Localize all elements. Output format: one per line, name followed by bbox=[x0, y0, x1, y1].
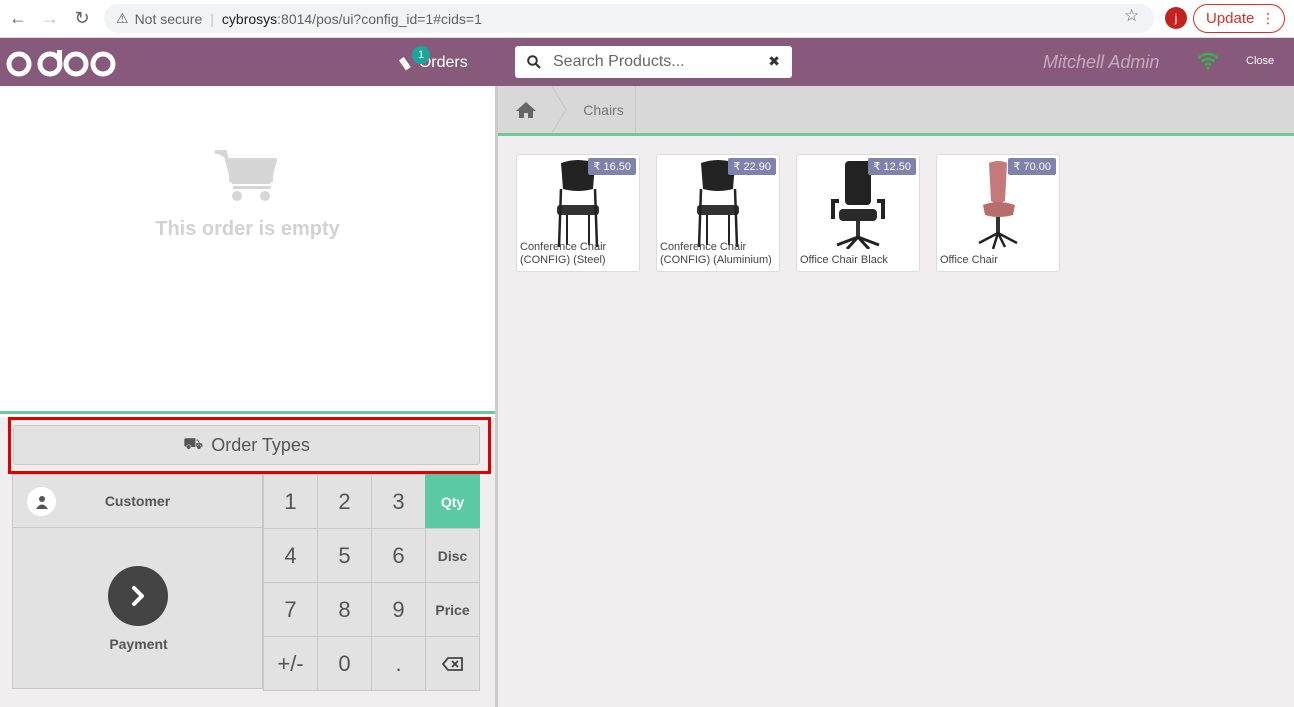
kebab-menu-icon[interactable]: ⋮ bbox=[1261, 10, 1275, 27]
numpad-key-7[interactable]: 7 bbox=[263, 582, 318, 637]
product-card[interactable]: ₹ 22.90 Conference Chair (CONFIG) (Alumi… bbox=[656, 154, 780, 272]
product-name: Conference Chair (CONFIG) (Aluminium) bbox=[660, 241, 772, 266]
url-host: cybrosys bbox=[221, 10, 278, 27]
payment-label: Payment bbox=[109, 636, 168, 652]
numpad-key-sign[interactable]: +/- bbox=[263, 636, 318, 691]
bookmark-star-icon[interactable]: ☆ bbox=[1124, 6, 1139, 26]
update-button[interactable]: Update ⋮ bbox=[1193, 4, 1285, 33]
numpad-key-5[interactable]: 5 bbox=[317, 528, 372, 583]
order-pane: This order is empty ⛟ Order Types Custom… bbox=[0, 86, 498, 707]
security-label: Not secure bbox=[134, 10, 203, 27]
numpad-key-1[interactable]: 1 bbox=[263, 474, 318, 529]
backspace-key[interactable] bbox=[425, 636, 480, 691]
profile-avatar[interactable]: j bbox=[1165, 7, 1187, 29]
numpad-key-3[interactable]: 3 bbox=[371, 474, 426, 529]
order-container: This order is empty bbox=[0, 86, 495, 414]
back-arrow-icon[interactable]: ← bbox=[4, 5, 32, 33]
product-card[interactable]: ₹ 16.50 Conference Chair (CONFIG) (Steel… bbox=[516, 154, 640, 272]
numpad-key-decimal[interactable]: . bbox=[371, 636, 426, 691]
pos-header: ▮ 1 Orders ✖ Mitchell Admin Close bbox=[0, 38, 1294, 86]
warning-icon: ⚠ bbox=[116, 10, 129, 26]
product-name: Office Chair bbox=[940, 254, 998, 266]
cashier-name[interactable]: Mitchell Admin bbox=[1043, 52, 1159, 73]
product-name: Conference Chair (CONFIG) (Steel) bbox=[520, 241, 607, 266]
product-search[interactable]: ✖ bbox=[515, 46, 792, 78]
customer-button[interactable]: Customer bbox=[12, 474, 263, 528]
mode-disc-button[interactable]: Disc bbox=[425, 528, 480, 583]
shopping-cart-icon bbox=[215, 150, 277, 201]
breadcrumb: Chairs bbox=[498, 86, 1294, 136]
wifi-icon bbox=[1197, 52, 1219, 70]
ticket-icon: ▮ bbox=[396, 53, 414, 73]
close-button[interactable]: Close bbox=[1246, 55, 1274, 67]
numpad-key-4[interactable]: 4 bbox=[263, 528, 318, 583]
forward-arrow-icon[interactable]: → bbox=[36, 5, 64, 33]
customer-label: Customer bbox=[104, 493, 171, 509]
truck-icon: ⛟ bbox=[183, 436, 204, 453]
user-icon bbox=[27, 487, 56, 516]
product-card[interactable]: ₹ 70.00 Office Chair bbox=[936, 154, 1060, 272]
orders-button[interactable]: ▮ 1 Orders bbox=[396, 46, 468, 76]
url-separator: | bbox=[210, 10, 214, 27]
product-price: ₹ 16.50 bbox=[588, 158, 636, 175]
empty-order-text: This order is empty bbox=[155, 218, 340, 240]
breadcrumb-category[interactable]: Chairs bbox=[572, 86, 636, 133]
numpad-key-2[interactable]: 2 bbox=[317, 474, 372, 529]
search-icon bbox=[527, 55, 541, 69]
home-icon bbox=[516, 101, 536, 118]
product-price: ₹ 12.50 bbox=[868, 158, 916, 175]
product-price: ₹ 22.90 bbox=[728, 158, 776, 175]
numpad-key-0[interactable]: 0 bbox=[317, 636, 372, 691]
breadcrumb-home[interactable] bbox=[498, 86, 554, 133]
numpad-key-8[interactable]: 8 bbox=[317, 582, 372, 637]
chevron-right-icon bbox=[108, 566, 168, 626]
browser-toolbar: ← → ↻ ⚠ Not secure | cybrosys:8014/pos/u… bbox=[0, 0, 1294, 38]
payment-button[interactable]: Payment bbox=[12, 527, 263, 689]
odoo-logo bbox=[6, 50, 116, 77]
backspace-icon bbox=[441, 656, 463, 671]
address-bar[interactable]: ⚠ Not secure | cybrosys:8014/pos/ui?conf… bbox=[104, 4, 1154, 33]
control-panel: ⛟ Order Types Customer Payment 1 2 3 Qty… bbox=[0, 417, 495, 707]
orders-count-badge: 1 bbox=[412, 46, 430, 64]
url-path: :8014/pos/ui?config_id=1#cids=1 bbox=[277, 10, 482, 27]
search-input[interactable] bbox=[553, 53, 753, 71]
product-name: Office Chair Black bbox=[800, 254, 888, 266]
update-label: Update bbox=[1206, 10, 1255, 27]
order-types-button[interactable]: ⛟ Order Types bbox=[13, 425, 480, 465]
numpad-area: Customer Payment 1 2 3 Qty 4 5 6 Disc 7 … bbox=[12, 474, 480, 691]
numpad-key-6[interactable]: 6 bbox=[371, 528, 426, 583]
breadcrumb-separator bbox=[551, 86, 567, 133]
product-price: ₹ 70.00 bbox=[1008, 158, 1056, 175]
order-types-label: Order Types bbox=[211, 434, 310, 455]
clear-search-icon[interactable]: ✖ bbox=[768, 53, 780, 70]
product-card[interactable]: ₹ 12.50 Office Chair Black bbox=[796, 154, 920, 272]
mode-qty-button[interactable]: Qty bbox=[425, 474, 480, 529]
mode-price-button[interactable]: Price bbox=[425, 582, 480, 637]
numpad-key-9[interactable]: 9 bbox=[371, 582, 426, 637]
products-pane: Chairs ₹ 16.50 Conference Chair (CONFIG)… bbox=[498, 86, 1294, 707]
reload-icon[interactable]: ↻ bbox=[68, 5, 96, 33]
